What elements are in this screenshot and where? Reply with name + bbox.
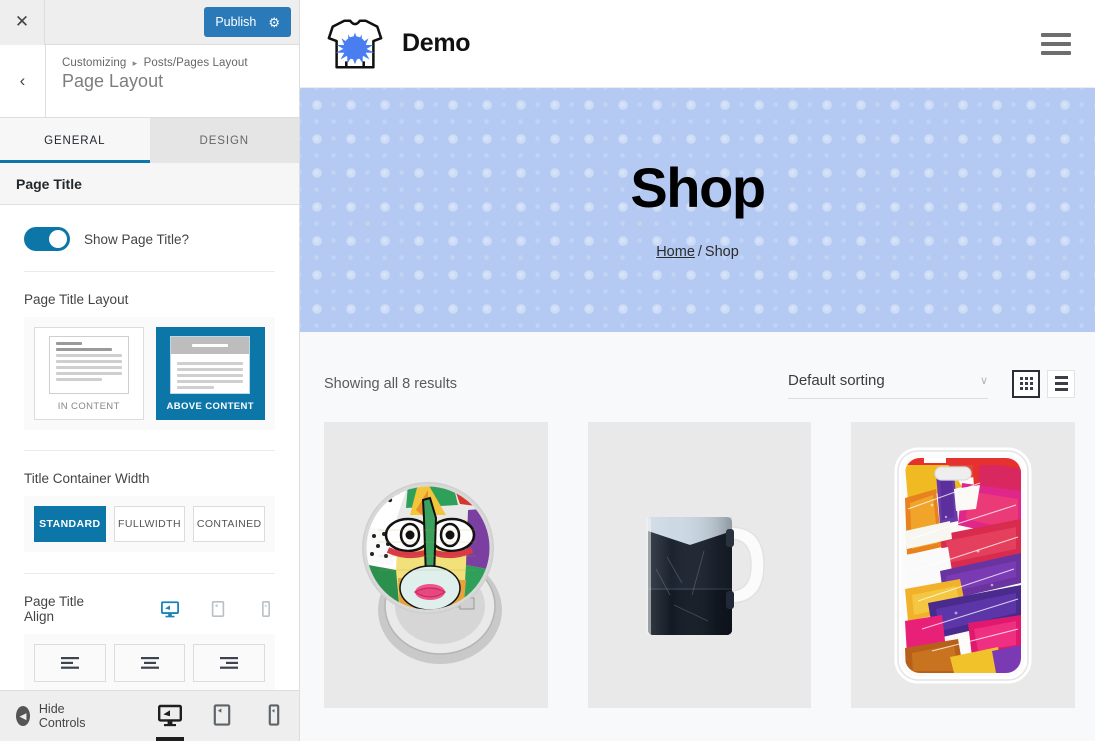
align-device-switcher	[161, 600, 275, 618]
customizer-footer: ◀ Hide Controls	[0, 690, 299, 741]
page-title-align-options	[24, 634, 275, 690]
breadcrumb-parent[interactable]: Customizing	[62, 57, 126, 69]
sorting-select[interactable]: Default sorting ∨	[788, 368, 988, 399]
product-card-phone-case[interactable]	[851, 422, 1076, 708]
publish-area: Publish ⚙	[204, 7, 299, 37]
width-option-fullwidth[interactable]: FULLWIDTH	[113, 506, 186, 542]
publish-label: Publish	[215, 15, 257, 29]
show-page-title-label: Show Page Title?	[84, 231, 190, 247]
hero-breadcrumb: Home / Shop	[656, 244, 739, 260]
align-right-icon	[220, 657, 239, 669]
tab-general[interactable]: GENERAL	[0, 118, 150, 163]
width-option-contained[interactable]: CONTAINED	[193, 506, 266, 542]
width-option-standard-label: STANDARD	[39, 518, 101, 530]
site-title: Demo	[402, 29, 471, 57]
layout-option-above-content-label: ABOVE CONTENT	[166, 401, 255, 412]
page-title-align-header: Page Title Align	[0, 574, 299, 634]
in-content-thumbnail-icon	[48, 336, 129, 394]
section-title: Page Title	[0, 163, 299, 205]
layout-option-in-content-label: IN CONTENT	[57, 401, 120, 412]
preview-mobile-button[interactable]	[258, 699, 290, 733]
mobile-icon[interactable]	[257, 600, 275, 618]
results-count: Showing all 8 results	[324, 375, 457, 392]
breadcrumb: Customizing ▸ Posts/Pages Layout	[62, 57, 248, 69]
tab-design[interactable]: DESIGN	[149, 118, 299, 163]
breadcrumb-home-link[interactable]: Home	[656, 244, 695, 260]
grid-view-button[interactable]	[1012, 369, 1040, 398]
breadcrumb-separator-icon: ▸	[132, 58, 138, 68]
abstract-paint-phone-case-image	[894, 447, 1032, 683]
customizer-topbar: ✕ Publish ⚙	[0, 0, 299, 45]
width-option-contained-label: CONTAINED	[196, 518, 262, 530]
breadcrumb-separator: /	[697, 244, 702, 260]
align-option-right[interactable]	[193, 644, 266, 682]
product-card-pin-badge[interactable]	[324, 422, 548, 708]
customizer-panel-header: ‹ Customizing ▸ Posts/Pages Layout Page …	[0, 45, 299, 118]
hero-page-title: Shop	[630, 156, 766, 219]
title-container-width-label: Title Container Width	[24, 471, 150, 486]
collapse-icon: ◀	[16, 706, 30, 726]
close-customizer-button[interactable]: ✕	[0, 0, 45, 45]
layout-option-above-content[interactable]: ABOVE CONTENT	[155, 327, 265, 420]
align-center-icon	[140, 657, 159, 669]
width-option-fullwidth-label: FULLWIDTH	[118, 518, 181, 530]
mobile-icon	[268, 704, 279, 726]
view-mode-toggles	[1012, 369, 1075, 398]
preview-desktop-button[interactable]	[154, 699, 186, 741]
back-button[interactable]: ‹	[0, 45, 46, 117]
title-container-width-options: STANDARD FULLWIDTH CONTAINED	[24, 496, 275, 552]
gear-icon[interactable]: ⚙	[268, 16, 280, 29]
list-view-icon	[1054, 376, 1068, 391]
align-left-icon	[60, 657, 79, 669]
page-title-layout-options: IN CONTENT ABOVE CONTENT	[24, 317, 275, 430]
customizer-app: ✕ Publish ⚙ ‹ Customizing ▸ Posts/Pages …	[0, 0, 1095, 741]
customizer-tabs: GENERAL DESIGN	[0, 118, 299, 163]
page-title: Page Layout	[62, 71, 164, 91]
page-title-layout-label: Page Title Layout	[24, 292, 129, 307]
tablet-icon	[213, 704, 230, 726]
list-view-button[interactable]	[1047, 369, 1075, 398]
hamburger-menu-icon[interactable]	[1041, 32, 1071, 55]
site-header: Demo	[300, 0, 1095, 88]
align-option-left[interactable]	[34, 644, 106, 682]
close-icon: ✕	[14, 12, 30, 31]
customizer-controls: Show Page Title? Page Title Layout IN CO…	[0, 205, 299, 690]
tab-design-label: DESIGN	[199, 134, 249, 147]
preview-device-switcher	[154, 699, 290, 741]
shop-toolbar: Showing all 8 results Default sorting ∨	[300, 332, 1095, 399]
show-page-title-toggle[interactable]	[24, 227, 70, 251]
dark-ceramic-mug-image	[646, 517, 765, 635]
hide-controls-label: Hide Controls	[38, 702, 86, 730]
chevron-left-icon: ‹	[19, 71, 26, 90]
tshirt-splatter-logo-icon	[327, 19, 383, 68]
page-title-align-label: Page Title Align	[24, 594, 85, 624]
panel-header-text: Customizing ▸ Posts/Pages Layout Page La…	[46, 45, 248, 117]
sorting-value: Default sorting	[788, 372, 885, 389]
grid-view-icon	[1019, 377, 1033, 390]
chevron-down-icon: ∨	[979, 375, 988, 387]
product-card-mug[interactable]	[587, 422, 812, 708]
desktop-icon	[157, 704, 182, 727]
width-option-standard[interactable]: STANDARD	[34, 506, 106, 542]
align-option-center[interactable]	[113, 644, 186, 682]
preview-tablet-button[interactable]	[206, 699, 238, 733]
layout-option-in-content[interactable]: IN CONTENT	[34, 327, 144, 420]
above-content-thumbnail-icon	[170, 336, 251, 394]
customizer-sidebar: ✕ Publish ⚙ ‹ Customizing ▸ Posts/Pages …	[0, 0, 300, 741]
pin-badge-abstract-face-image	[362, 482, 503, 664]
toggle-knob	[49, 230, 67, 248]
tab-general-label: GENERAL	[44, 134, 106, 147]
desktop-icon[interactable]	[161, 600, 179, 618]
site-preview: Demo Shop Home / Shop Showing all 8 result…	[300, 0, 1095, 741]
breadcrumb-current[interactable]: Posts/Pages Layout	[144, 57, 248, 69]
hide-controls-button[interactable]: ◀ Hide Controls	[16, 702, 92, 730]
site-branding[interactable]: Demo	[325, 13, 471, 75]
page-hero-banner: Shop Home / Shop	[300, 88, 1095, 332]
breadcrumb-current-page: Shop	[704, 244, 739, 260]
publish-button[interactable]: Publish ⚙	[204, 7, 291, 37]
tablet-icon[interactable]	[209, 600, 227, 618]
show-page-title-control: Show Page Title?	[0, 205, 299, 271]
product-grid	[300, 399, 1095, 708]
